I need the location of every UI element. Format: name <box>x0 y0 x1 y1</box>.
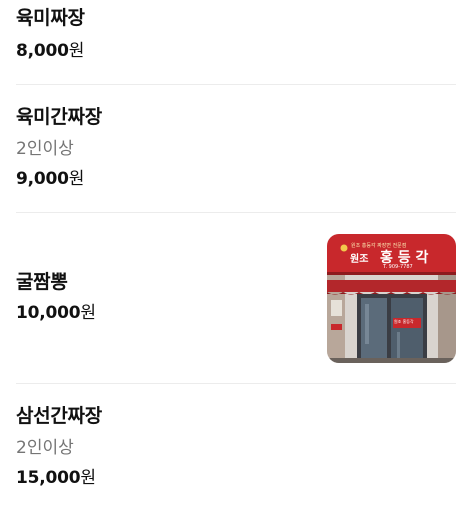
menu-item-photo[interactable]: 원조 홍등각 짜장면 전문점 원조 홍 등 각 T. 909-7787 원조 홍… <box>327 234 456 363</box>
menu-item-price: 15,000원 <box>16 467 96 489</box>
sign-text-layer: 원조 홍등각 짜장면 전문점 원조 홍 등 각 T. 909-7787 <box>327 234 456 274</box>
door-sign-text: 원조 홍등각 <box>394 319 414 324</box>
menu-item-price: 9,000원 <box>16 168 84 190</box>
price-value: 10,000 <box>16 303 81 323</box>
menu-item-gul-jjamppong[interactable]: 굴짬뽕 10,000원 원조 홍등각 짜장면 전문점 원조 홍 등 각 T. 9… <box>16 213 456 383</box>
sign-phone: T. 909-7787 <box>383 264 413 270</box>
menu-item-name: 삼선간짜장 <box>16 405 102 427</box>
menu-item-desc: 2인이상 <box>16 438 74 458</box>
price-value: 15,000 <box>16 468 81 488</box>
menu-item-price: 10,000원 <box>16 302 96 324</box>
price-unit: 원 <box>68 169 85 189</box>
price-value: 9,000 <box>16 169 69 189</box>
price-unit: 원 <box>68 41 85 61</box>
menu-item-yukmi-jjajang[interactable]: 육미짜장 8,000원 <box>16 0 456 84</box>
menu-item-yukmi-ganjjajang[interactable]: 육미간짜장 2인이상 9,000원 <box>16 85 456 212</box>
awning <box>327 280 456 292</box>
menu-item-name: 육미간짜장 <box>16 106 102 128</box>
menu-item-price: 8,000원 <box>16 40 84 62</box>
menu-item-desc: 2인이상 <box>16 139 74 159</box>
price-unit: 원 <box>80 468 97 488</box>
price-unit: 원 <box>80 303 97 323</box>
menu-item-samseon-ganjjajang[interactable]: 삼선간짜장 2인이상 15,000원 <box>16 384 456 511</box>
price-value: 8,000 <box>16 41 69 61</box>
menu-item-name: 육미짜장 <box>16 7 85 29</box>
sign-main-left: 원조 <box>350 254 369 265</box>
menu-item-name: 굴짬뽕 <box>16 271 68 293</box>
